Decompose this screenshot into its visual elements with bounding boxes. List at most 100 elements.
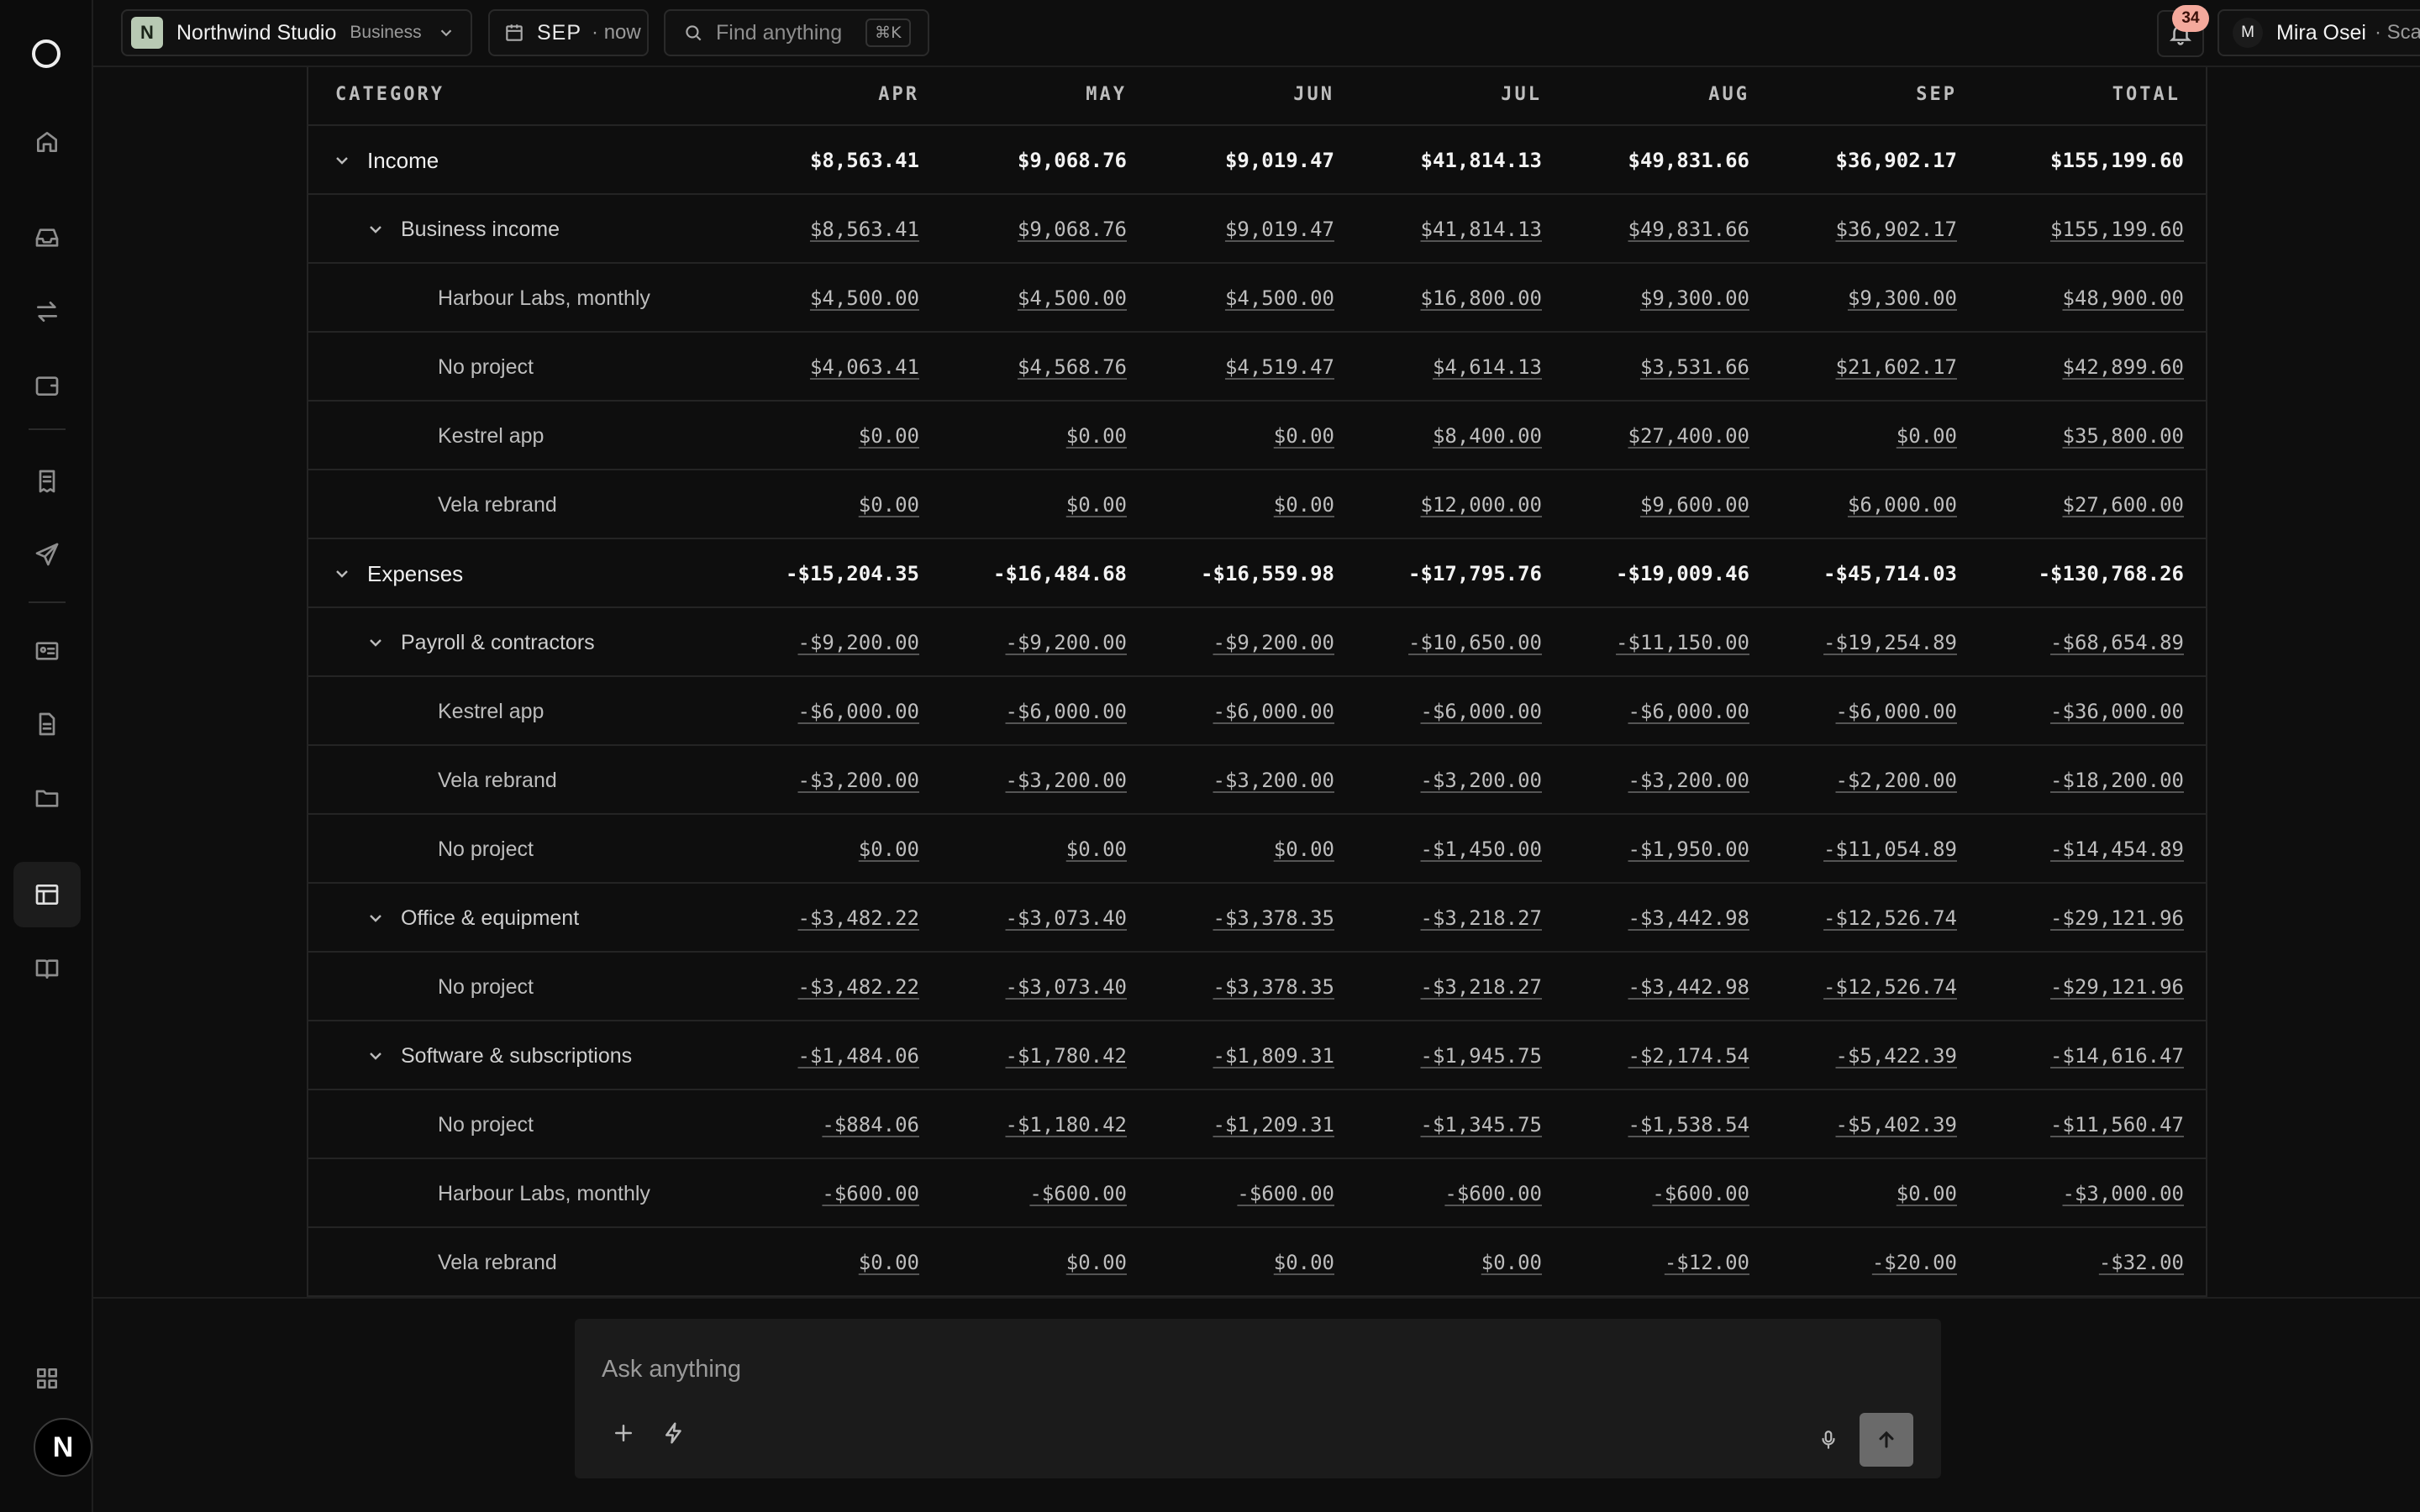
table-cell[interactable]: $21,602.17 xyxy=(1836,333,1958,402)
table-cell[interactable]: $8,563.41 xyxy=(810,195,919,264)
folder-icon[interactable] xyxy=(30,781,64,815)
table-cell[interactable]: -$1,950.00 xyxy=(1628,815,1750,884)
table-cell[interactable]: -$12,526.74 xyxy=(1823,884,1957,953)
account-avatar[interactable]: N xyxy=(34,1418,92,1477)
table-cell[interactable]: -$16,559.98 xyxy=(1201,539,1334,608)
table-cell[interactable]: $27,400.00 xyxy=(1628,402,1750,470)
table-cell[interactable]: $48,900.00 xyxy=(2063,264,2185,333)
table-cell[interactable]: $155,199.60 xyxy=(2050,195,2184,264)
table-row[interactable]: Vela rebrand $0.00 $0.00 $0.00 $0.00 -$12.00 -… xyxy=(308,1228,2206,1297)
table-cell[interactable]: -$3,200.00 xyxy=(1006,746,1128,815)
table-cell[interactable]: $4,519.47 xyxy=(1225,333,1334,402)
table-cell[interactable]: $155,199.60 xyxy=(2050,126,2184,195)
table-cell[interactable]: -$600.00 xyxy=(1029,1159,1127,1228)
table-cell[interactable]: $0.00 xyxy=(1066,402,1127,470)
table-cell[interactable]: -$3,378.35 xyxy=(1213,953,1335,1021)
column-header-may[interactable]: MAY xyxy=(1086,84,1127,105)
table-row[interactable]: Income $8,563.41 $9,068.76 $9,019.47 $41,814… xyxy=(308,126,2206,195)
table-row[interactable]: Kestrel app -$6,000.00 -$6,000.00 -$6,000.0… xyxy=(308,677,2206,746)
table-cell[interactable]: -$32.00 xyxy=(2099,1228,2184,1297)
table-cell[interactable]: $36,902.17 xyxy=(1836,195,1958,264)
apps-grid-icon[interactable] xyxy=(30,1362,64,1395)
table-row[interactable]: Harbour Labs, monthly -$600.00 -$600.00 -$6… xyxy=(308,1159,2206,1228)
table-cell[interactable]: -$3,218.27 xyxy=(1421,953,1543,1021)
table-cell[interactable]: $12,000.00 xyxy=(1421,470,1543,539)
table-cell[interactable]: $8,563.41 xyxy=(810,126,919,195)
table-cell[interactable]: -$3,200.00 xyxy=(1628,746,1750,815)
table-cell[interactable]: -$14,616.47 xyxy=(2050,1021,2184,1090)
table-cell[interactable]: -$36,000.00 xyxy=(2050,677,2184,746)
table-cell[interactable]: $4,500.00 xyxy=(810,264,919,333)
table-cell[interactable]: -$1,538.54 xyxy=(1628,1090,1750,1159)
table-cell[interactable]: $4,614.13 xyxy=(1433,333,1542,402)
table-cell[interactable]: $4,063.41 xyxy=(810,333,919,402)
workspace-switcher[interactable]: N Northwind Studio Business xyxy=(121,9,472,56)
table-cell[interactable]: -$45,714.03 xyxy=(1823,539,1957,608)
table-cell[interactable]: $0.00 xyxy=(1897,402,1957,470)
table-cell[interactable]: $8,400.00 xyxy=(1433,402,1542,470)
table-cell[interactable]: -$6,000.00 xyxy=(798,677,920,746)
table-cell[interactable]: $4,500.00 xyxy=(1018,264,1127,333)
table-cell[interactable]: -$20.00 xyxy=(1872,1228,1957,1297)
table-cell[interactable]: -$12,526.74 xyxy=(1823,953,1957,1021)
column-header-apr[interactable]: APR xyxy=(878,84,919,105)
table-cell[interactable]: $0.00 xyxy=(1481,1228,1542,1297)
ask-composer[interactable]: Ask anything xyxy=(575,1319,1941,1478)
chevron-down-icon[interactable] xyxy=(366,1046,386,1066)
table-cell[interactable]: -$3,482.22 xyxy=(798,884,920,953)
table-cell[interactable]: $0.00 xyxy=(1066,1228,1127,1297)
table-cell[interactable]: -$600.00 xyxy=(1444,1159,1542,1228)
table-cell[interactable]: $9,068.76 xyxy=(1018,126,1127,195)
lightning-icon[interactable] xyxy=(659,1418,689,1448)
table-cell[interactable]: -$2,174.54 xyxy=(1628,1021,1750,1090)
table-cell[interactable]: $42,899.60 xyxy=(2063,333,2185,402)
table-row[interactable]: No project $0.00 $0.00 $0.00 -$1,450.00 -$1,9… xyxy=(308,815,2206,884)
table-row[interactable]: Payroll & contractors -$9,200.00 -$9,200.0… xyxy=(308,608,2206,677)
table-cell[interactable]: -$3,073.40 xyxy=(1006,953,1128,1021)
table-cell[interactable]: $0.00 xyxy=(1066,470,1127,539)
table-cell[interactable]: -$1,450.00 xyxy=(1421,815,1543,884)
table-cell[interactable]: -$600.00 xyxy=(1237,1159,1334,1228)
table-row[interactable]: Business income $8,563.41 $9,068.76 $9,019.… xyxy=(308,195,2206,264)
table-cell[interactable]: $49,831.66 xyxy=(1628,195,1750,264)
table-cell[interactable]: $3,531.66 xyxy=(1640,333,1749,402)
table-cell[interactable]: $4,568.76 xyxy=(1018,333,1127,402)
table-cell[interactable]: -$1,780.42 xyxy=(1006,1021,1128,1090)
table-cell[interactable]: -$68,654.89 xyxy=(2050,608,2184,677)
chevron-down-icon[interactable] xyxy=(332,150,352,171)
table-cell[interactable]: -$3,442.98 xyxy=(1628,953,1750,1021)
table-row[interactable]: Kestrel app $0.00 $0.00 $0.00 $8,400.00 $27,4… xyxy=(308,402,2206,470)
table-cell[interactable]: -$130,768.26 xyxy=(2039,539,2184,608)
table-cell[interactable]: -$18,200.00 xyxy=(2050,746,2184,815)
table-cell[interactable]: -$3,000.00 xyxy=(2063,1159,2185,1228)
table-cell[interactable]: -$1,345.75 xyxy=(1421,1090,1543,1159)
table-cell[interactable]: -$14,454.89 xyxy=(2050,815,2184,884)
table-cell[interactable]: $9,019.47 xyxy=(1225,195,1334,264)
table-cell[interactable]: -$600.00 xyxy=(1652,1159,1749,1228)
chevron-down-icon[interactable] xyxy=(366,908,386,928)
chevron-down-icon[interactable] xyxy=(366,219,386,239)
table-cell[interactable]: -$3,200.00 xyxy=(1213,746,1335,815)
table-cell[interactable]: $35,800.00 xyxy=(2063,402,2185,470)
table-row[interactable]: Harbour Labs, monthly $4,500.00 $4,500.00 $… xyxy=(308,264,2206,333)
column-header-aug[interactable]: AUG xyxy=(1708,84,1749,105)
table-cell[interactable]: -$3,378.35 xyxy=(1213,884,1335,953)
column-header-total[interactable]: TOTAL xyxy=(2112,84,2181,105)
book-icon[interactable] xyxy=(30,952,64,985)
transfer-icon[interactable] xyxy=(30,295,64,328)
table-row[interactable]: Expenses -$15,204.35 -$16,484.68 -$16,559.9… xyxy=(308,539,2206,608)
table-cell[interactable]: $6,000.00 xyxy=(1848,470,1957,539)
table-row[interactable]: Office & equipment -$3,482.22 -$3,073.40 -$… xyxy=(308,884,2206,953)
table-cell[interactable]: -$3,200.00 xyxy=(1421,746,1543,815)
table-cell[interactable]: -$9,200.00 xyxy=(1006,608,1128,677)
table-cell[interactable]: -$29,121.96 xyxy=(2050,884,2184,953)
column-header-jul[interactable]: JUL xyxy=(1501,84,1542,105)
table-cell[interactable]: $0.00 xyxy=(1274,402,1334,470)
table-cell[interactable]: -$5,422.39 xyxy=(1836,1021,1958,1090)
table-row[interactable]: Software & subscriptions -$1,484.06 -$1,78… xyxy=(308,1021,2206,1090)
table-cell[interactable]: $9,300.00 xyxy=(1640,264,1749,333)
table-row[interactable]: Vela rebrand -$3,200.00 -$3,200.00 -$3,200.… xyxy=(308,746,2206,815)
table-cell[interactable]: $16,800.00 xyxy=(1421,264,1543,333)
table-cell[interactable]: -$884.06 xyxy=(822,1090,919,1159)
table-cell[interactable]: -$9,200.00 xyxy=(1213,608,1335,677)
